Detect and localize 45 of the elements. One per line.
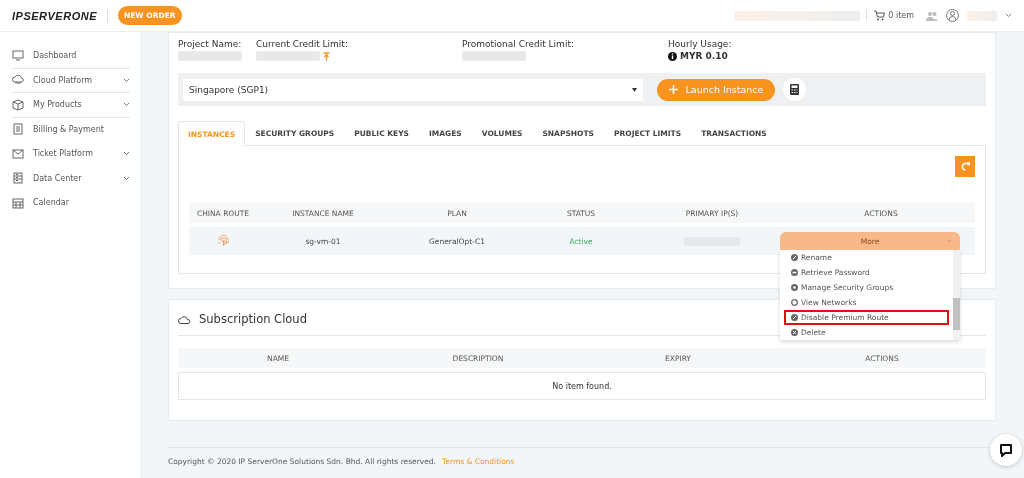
- sidebar-item[interactable]: Billing & Payment: [12, 117, 130, 142]
- hourly-usage-value: MYR 0.10: [680, 51, 728, 61]
- info-icon: [668, 51, 677, 61]
- document-icon: [12, 123, 24, 136]
- field-label: Promotional Credit Limit:: [462, 39, 575, 49]
- calculator-button[interactable]: [783, 78, 806, 101]
- circle-icon: [791, 284, 798, 291]
- circle-icon: [791, 314, 798, 321]
- circle-icon: [791, 269, 798, 276]
- chat-icon: [999, 443, 1013, 457]
- circle-icon: [791, 329, 798, 336]
- cloud-icon: [178, 314, 191, 324]
- people-icon: [926, 10, 938, 21]
- circle-icon: [791, 254, 798, 261]
- field-label: Project Name:: [178, 39, 243, 49]
- sidebar-item[interactable]: Data Center: [12, 166, 130, 191]
- caret-icon: [947, 239, 952, 243]
- sidebar-item[interactable]: Ticket Platform: [12, 142, 130, 167]
- plus-icon: [668, 85, 678, 94]
- calendar-icon: [12, 196, 24, 209]
- field-label: Hourly Usage:: [668, 39, 732, 49]
- sidebar-item[interactable]: My Products: [12, 93, 130, 118]
- empty-message: No item found.: [178, 372, 986, 400]
- cloud-icon: [12, 74, 24, 87]
- field-label: Current Credit Limit:: [256, 39, 349, 49]
- caret-icon: [632, 87, 637, 92]
- sidebar-item[interactable]: Dashboard: [12, 44, 130, 69]
- cart-count[interactable]: 0 item: [888, 11, 914, 20]
- sidebar-item[interactable]: Cloud Platform: [12, 68, 130, 93]
- cart-icon: [873, 10, 886, 21]
- server-icon: [12, 172, 24, 185]
- mail-icon: [12, 147, 24, 160]
- refresh-icon: [960, 162, 970, 171]
- section-title: Subscription Cloud: [199, 312, 307, 326]
- monitor-icon: [12, 49, 24, 62]
- logo[interactable]: IPSERVERONE: [12, 9, 108, 22]
- fingerprint-icon: [217, 234, 229, 246]
- sidebar-item[interactable]: Calendar: [12, 191, 130, 216]
- box-icon: [12, 98, 24, 111]
- circle-icon: [791, 299, 798, 306]
- region-dropdown[interactable]: Singapore (SGP1): [183, 78, 643, 101]
- user-icon: [946, 9, 959, 22]
- calculator-icon: [790, 84, 799, 95]
- pin-icon: [323, 51, 330, 61]
- caret-icon: [1005, 13, 1012, 18]
